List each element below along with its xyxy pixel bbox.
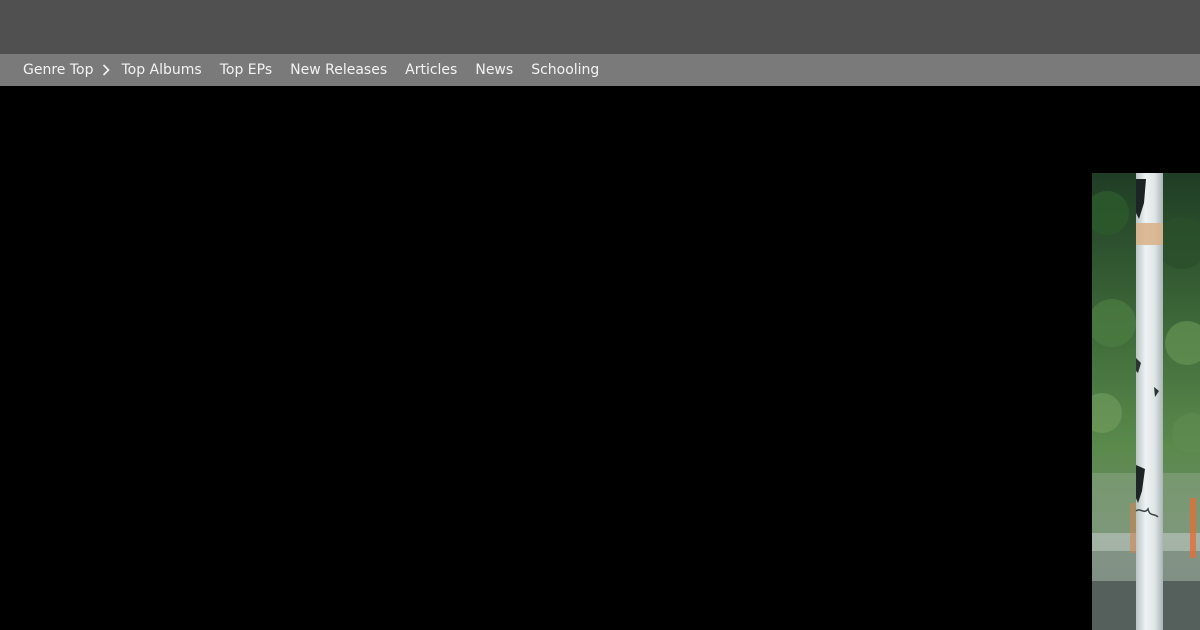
main-content: [0, 86, 1200, 630]
nav-link-genre-top[interactable]: Genre Top: [23, 54, 93, 86]
chevron-right-icon: [101, 54, 111, 86]
nav-link-new-releases[interactable]: New Releases: [290, 54, 387, 86]
top-header: [0, 0, 1200, 54]
nav-link-top-eps[interactable]: Top EPs: [220, 54, 272, 86]
hero-image: [1092, 173, 1200, 630]
genre-subnav: Genre Top Top Albums Top EPs New Release…: [0, 54, 1200, 86]
nav-link-schooling[interactable]: Schooling: [531, 54, 599, 86]
nav-link-top-albums[interactable]: Top Albums: [121, 54, 201, 86]
page: Genre Top Top Albums Top EPs New Release…: [0, 0, 1200, 630]
nav-link-articles[interactable]: Articles: [405, 54, 457, 86]
nav-link-news[interactable]: News: [475, 54, 513, 86]
